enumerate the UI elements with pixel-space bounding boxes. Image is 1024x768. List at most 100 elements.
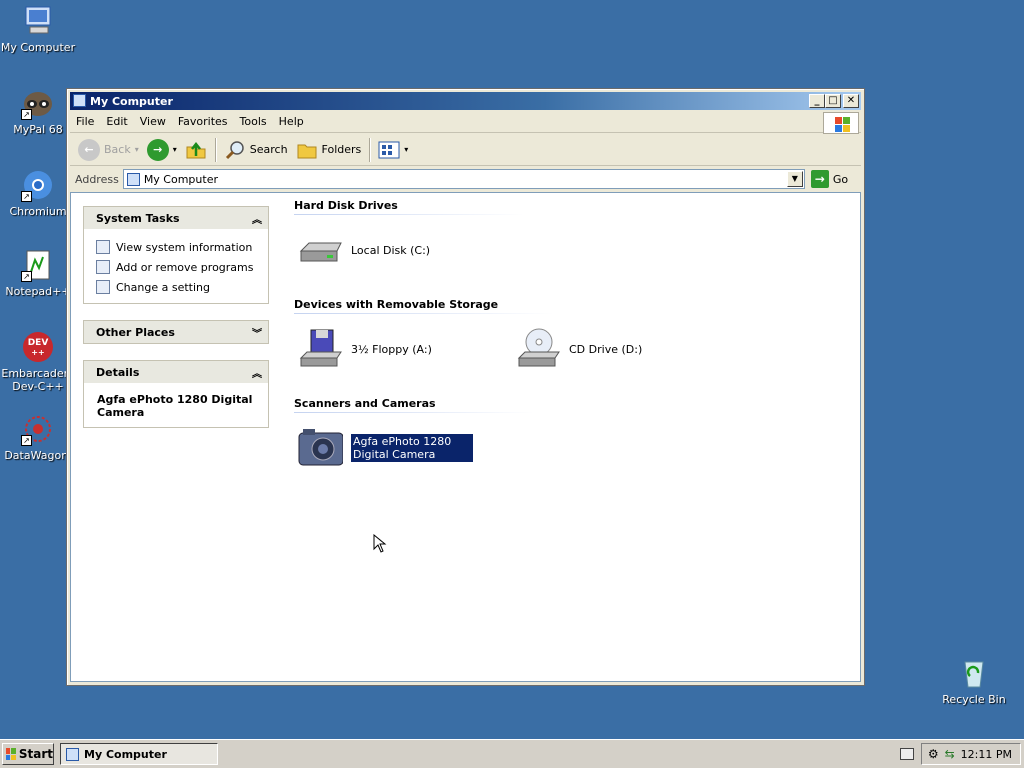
device-agfa-camera[interactable]: Agfa ePhoto 1280 Digital Camera — [297, 425, 473, 471]
folders-button[interactable]: Folders — [292, 136, 366, 164]
content-area: System Tasks ︽ View system information A… — [70, 192, 861, 682]
toolbar-separator — [369, 137, 371, 162]
shortcut-arrow-icon: ↗ — [21, 109, 32, 120]
folders-label: Folders — [321, 143, 362, 156]
drive-cd-d[interactable]: CD Drive (D:) — [515, 326, 642, 372]
go-label: Go — [832, 172, 849, 186]
windows-flag-icon — [6, 748, 16, 760]
my-computer-small-icon — [73, 94, 86, 107]
task-add-remove-programs[interactable]: Add or remove programs — [96, 257, 258, 277]
system-tray: ⚙ ⇆ 12:11 PM — [921, 743, 1021, 765]
search-button[interactable]: Search — [220, 136, 292, 164]
back-label: Back — [104, 143, 131, 156]
address-dropdown-icon[interactable]: ▼ — [786, 171, 803, 187]
up-folder-button[interactable] — [181, 136, 211, 164]
clock[interactable]: 12:11 PM — [961, 748, 1012, 761]
drive-local-disk-c[interactable]: Local Disk (C:) — [297, 227, 430, 273]
desktop-icon-recycle-bin[interactable]: Recycle Bin — [936, 656, 1012, 706]
collapse-chevron-icon[interactable]: ︽ — [252, 365, 262, 380]
control-panel-icon — [96, 280, 110, 294]
details-header[interactable]: Details ︽ — [84, 361, 268, 383]
device-label: Agfa ePhoto 1280 Digital Camera — [351, 434, 473, 462]
drive-floppy-a[interactable]: 3½ Floppy (A:) — [297, 326, 432, 372]
system-tasks-header[interactable]: System Tasks ︽ — [84, 207, 268, 229]
close-button[interactable]: ✕ — [843, 94, 859, 108]
address-label: Address — [75, 172, 119, 186]
task-label: View system information — [116, 240, 253, 254]
group-header-scanners-cameras: Scanners and Cameras — [294, 397, 436, 410]
mypal-icon: ↗ — [21, 86, 55, 120]
mouse-cursor-icon — [373, 534, 387, 553]
standard-toolbar: ← Back ▾ → ▾ Search Folders ▾ — [70, 134, 861, 166]
group-divider — [294, 412, 534, 413]
desktop-icon-datawagon[interactable]: ↗ DataWagon. — [0, 412, 76, 462]
task-view-system-info[interactable]: View system information — [96, 237, 258, 257]
task-pane: System Tasks ︽ View system information A… — [83, 206, 269, 444]
desktop-label: Chromium — [9, 205, 67, 218]
details-title: Details — [96, 365, 140, 379]
desktop-label: MyPal 68 — [13, 123, 63, 136]
minimize-button[interactable]: _ — [809, 94, 825, 108]
svg-text:DEV: DEV — [28, 338, 49, 348]
back-dropdown-icon[interactable]: ▾ — [135, 145, 139, 154]
views-icon — [378, 141, 400, 158]
recycle-bin-icon — [957, 656, 991, 690]
keyboard-icon[interactable] — [900, 748, 914, 760]
address-bar: Address My Computer ▼ → Go — [70, 167, 861, 191]
collapse-chevron-icon[interactable]: ︽ — [252, 211, 262, 226]
forward-dropdown-icon[interactable]: ▾ — [173, 145, 177, 154]
desktop-label: My Computer — [0, 41, 76, 54]
menu-edit[interactable]: Edit — [100, 115, 133, 128]
toolbar-separator — [214, 137, 216, 162]
menu-view[interactable]: View — [134, 115, 172, 128]
shortcut-arrow-icon: ↗ — [21, 435, 32, 446]
desktop-icon-chromium[interactable]: ↗ Chromium — [0, 168, 76, 218]
expand-chevron-icon[interactable]: ︾ — [252, 325, 262, 340]
desktop-icon-notepadpp[interactable]: ↗ Notepad++ — [0, 248, 76, 298]
forward-button[interactable]: → ▾ — [143, 136, 181, 164]
add-remove-programs-icon — [96, 260, 110, 274]
details-panel: Details ︽ Agfa ePhoto 1280 Digital Camer… — [83, 360, 269, 428]
desktop-icon-my-computer[interactable]: My Computer — [0, 4, 76, 54]
other-places-header[interactable]: Other Places ︾ — [84, 321, 268, 343]
group-divider — [294, 313, 554, 314]
explorer-window: My Computer _ □ ✕ File Edit View Favorit… — [66, 88, 865, 686]
forward-arrow-icon: → — [146, 138, 169, 161]
maximize-button[interactable]: □ — [825, 94, 841, 108]
desktop-icon-devcpp[interactable]: DEV ++ Embarcadero Dev-C++ — [0, 330, 76, 393]
views-button[interactable]: ▾ — [374, 136, 412, 164]
desktop-label: Notepad++ — [5, 285, 71, 298]
task-change-setting[interactable]: Change a setting — [96, 277, 258, 297]
my-computer-small-icon — [66, 747, 79, 761]
windows-logo-icon — [823, 112, 859, 134]
menu-help[interactable]: Help — [273, 115, 310, 128]
title-bar[interactable]: My Computer _ □ ✕ — [70, 92, 861, 110]
address-input[interactable]: My Computer ▼ — [122, 169, 805, 189]
menu-file[interactable]: File — [70, 115, 100, 128]
back-button[interactable]: ← Back ▾ — [74, 136, 143, 164]
tray-settings-icon[interactable]: ⚙ — [928, 747, 939, 761]
drive-label: 3½ Floppy (A:) — [351, 342, 432, 356]
shortcut-arrow-icon: ↗ — [21, 191, 32, 202]
menu-favorites[interactable]: Favorites — [172, 115, 234, 128]
floppy-drive-icon — [299, 329, 342, 367]
desktop-label: Recycle Bin — [942, 693, 1006, 706]
back-arrow-icon: ← — [78, 138, 100, 161]
desktop-label: DataWagon. — [4, 449, 72, 462]
taskbar-button-label: My Computer — [84, 747, 167, 761]
start-label: Start — [18, 747, 53, 761]
menu-bar: File Edit View Favorites Tools Help — [70, 111, 861, 134]
up-folder-icon — [186, 141, 206, 158]
drive-label: CD Drive (D:) — [569, 342, 643, 356]
go-button[interactable]: → Go — [810, 170, 849, 188]
drive-label: Local Disk (C:) — [351, 243, 431, 257]
search-label: Search — [249, 143, 288, 156]
desktop-icon-mypal[interactable]: ↗ MyPal 68 — [0, 86, 76, 136]
details-text: Agfa ePhoto 1280 Digital Camera — [97, 393, 253, 419]
system-tasks-panel: System Tasks ︽ View system information A… — [83, 206, 269, 304]
menu-tools[interactable]: Tools — [234, 115, 273, 128]
start-button[interactable]: Start — [2, 743, 54, 765]
tray-network-icon[interactable]: ⇆ — [945, 747, 955, 761]
system-tasks-title: System Tasks — [96, 211, 180, 225]
taskbar-button-my-computer[interactable]: My Computer — [60, 743, 218, 765]
